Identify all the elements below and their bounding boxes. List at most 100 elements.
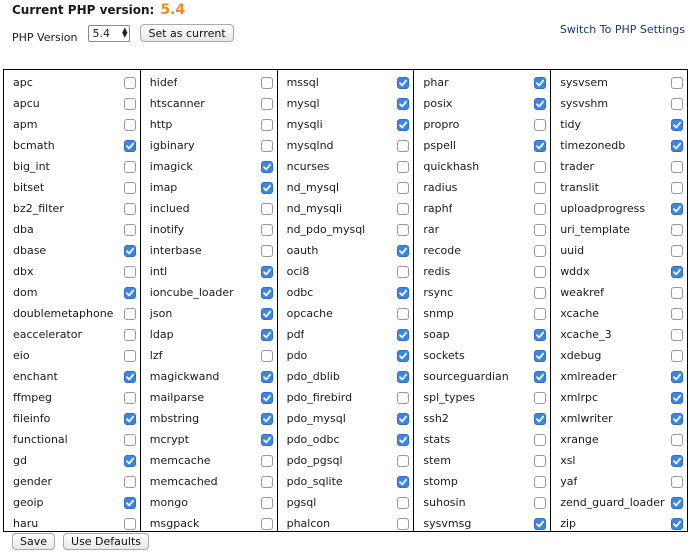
extension-checkbox[interactable] xyxy=(534,202,547,215)
extension-checkbox[interactable] xyxy=(260,265,273,278)
extension-checkbox[interactable] xyxy=(670,496,683,509)
extension-checkbox[interactable] xyxy=(260,517,273,530)
extension-checkbox[interactable] xyxy=(123,223,136,236)
extension-checkbox[interactable] xyxy=(123,412,136,425)
extension-checkbox[interactable] xyxy=(397,433,410,446)
save-button[interactable]: Save xyxy=(12,533,56,550)
extension-checkbox[interactable] xyxy=(670,244,683,257)
extension-checkbox[interactable] xyxy=(123,517,136,530)
extension-checkbox[interactable] xyxy=(260,76,273,89)
extension-checkbox[interactable] xyxy=(260,118,273,131)
extension-checkbox[interactable] xyxy=(670,391,683,404)
extension-checkbox[interactable] xyxy=(123,496,136,509)
extension-checkbox[interactable] xyxy=(534,391,547,404)
extension-checkbox[interactable] xyxy=(534,307,547,320)
extension-checkbox[interactable] xyxy=(260,202,273,215)
extension-checkbox[interactable] xyxy=(670,454,683,467)
extension-checkbox[interactable] xyxy=(123,391,136,404)
extension-checkbox[interactable] xyxy=(397,286,410,299)
extension-checkbox[interactable] xyxy=(534,244,547,257)
extension-checkbox[interactable] xyxy=(123,139,136,152)
extension-checkbox[interactable] xyxy=(534,118,547,131)
extension-checkbox[interactable] xyxy=(397,97,410,110)
extension-checkbox[interactable] xyxy=(123,244,136,257)
extension-checkbox[interactable] xyxy=(123,118,136,131)
extension-checkbox[interactable] xyxy=(534,181,547,194)
set-as-current-button[interactable]: Set as current xyxy=(140,24,234,42)
extension-checkbox[interactable] xyxy=(534,76,547,89)
extension-checkbox[interactable] xyxy=(534,286,547,299)
use-defaults-button[interactable]: Use Defaults xyxy=(63,533,149,550)
extension-checkbox[interactable] xyxy=(260,181,273,194)
extension-checkbox[interactable] xyxy=(397,349,410,362)
extension-checkbox[interactable] xyxy=(397,454,410,467)
extension-checkbox[interactable] xyxy=(260,97,273,110)
extension-checkbox[interactable] xyxy=(670,328,683,341)
extension-checkbox[interactable] xyxy=(260,223,273,236)
extension-checkbox[interactable] xyxy=(670,475,683,488)
extension-checkbox[interactable] xyxy=(397,76,410,89)
extension-checkbox[interactable] xyxy=(260,454,273,467)
extension-checkbox[interactable] xyxy=(534,139,547,152)
extension-checkbox[interactable] xyxy=(534,370,547,383)
extension-checkbox[interactable] xyxy=(123,76,136,89)
extension-checkbox[interactable] xyxy=(260,139,273,152)
php-version-select[interactable]: 5.4 ▲ ▼ xyxy=(88,24,131,42)
extension-checkbox[interactable] xyxy=(670,370,683,383)
extension-checkbox[interactable] xyxy=(534,328,547,341)
extension-checkbox[interactable] xyxy=(260,496,273,509)
extension-checkbox[interactable] xyxy=(670,181,683,194)
extension-checkbox[interactable] xyxy=(260,370,273,383)
extension-checkbox[interactable] xyxy=(670,412,683,425)
extension-checkbox[interactable] xyxy=(260,160,273,173)
extension-checkbox[interactable] xyxy=(123,454,136,467)
extension-checkbox[interactable] xyxy=(260,391,273,404)
extension-checkbox[interactable] xyxy=(397,223,410,236)
extension-checkbox[interactable] xyxy=(123,97,136,110)
extension-checkbox[interactable] xyxy=(534,160,547,173)
extension-checkbox[interactable] xyxy=(123,433,136,446)
extension-checkbox[interactable] xyxy=(397,265,410,278)
extension-checkbox[interactable] xyxy=(670,349,683,362)
extension-checkbox[interactable] xyxy=(534,97,547,110)
extension-checkbox[interactable] xyxy=(397,496,410,509)
extension-checkbox[interactable] xyxy=(670,118,683,131)
extension-checkbox[interactable] xyxy=(260,328,273,341)
extension-checkbox[interactable] xyxy=(123,265,136,278)
extension-checkbox[interactable] xyxy=(397,160,410,173)
extension-checkbox[interactable] xyxy=(534,265,547,278)
extension-checkbox[interactable] xyxy=(123,370,136,383)
extension-checkbox[interactable] xyxy=(397,370,410,383)
extension-checkbox[interactable] xyxy=(670,307,683,320)
extension-checkbox[interactable] xyxy=(534,349,547,362)
extension-checkbox[interactable] xyxy=(397,328,410,341)
extension-checkbox[interactable] xyxy=(397,517,410,530)
extension-checkbox[interactable] xyxy=(260,349,273,362)
extension-checkbox[interactable] xyxy=(397,118,410,131)
extension-checkbox[interactable] xyxy=(260,307,273,320)
extension-checkbox[interactable] xyxy=(123,475,136,488)
extension-checkbox[interactable] xyxy=(397,181,410,194)
extension-checkbox[interactable] xyxy=(397,244,410,257)
extension-checkbox[interactable] xyxy=(670,160,683,173)
extension-checkbox[interactable] xyxy=(123,349,136,362)
extension-checkbox[interactable] xyxy=(260,433,273,446)
extension-checkbox[interactable] xyxy=(670,517,683,530)
extension-checkbox[interactable] xyxy=(534,496,547,509)
extension-checkbox[interactable] xyxy=(534,433,547,446)
extension-checkbox[interactable] xyxy=(670,97,683,110)
extension-checkbox[interactable] xyxy=(534,454,547,467)
extension-checkbox[interactable] xyxy=(534,223,547,236)
extension-checkbox[interactable] xyxy=(670,202,683,215)
extension-checkbox[interactable] xyxy=(670,433,683,446)
extension-checkbox[interactable] xyxy=(260,412,273,425)
extension-checkbox[interactable] xyxy=(534,517,547,530)
extension-checkbox[interactable] xyxy=(670,265,683,278)
extension-checkbox[interactable] xyxy=(670,223,683,236)
extension-checkbox[interactable] xyxy=(397,475,410,488)
switch-to-php-settings-link[interactable]: Switch To PHP Settings xyxy=(560,23,685,36)
extension-checkbox[interactable] xyxy=(397,412,410,425)
extension-checkbox[interactable] xyxy=(260,475,273,488)
extension-checkbox[interactable] xyxy=(534,412,547,425)
extension-checkbox[interactable] xyxy=(397,307,410,320)
